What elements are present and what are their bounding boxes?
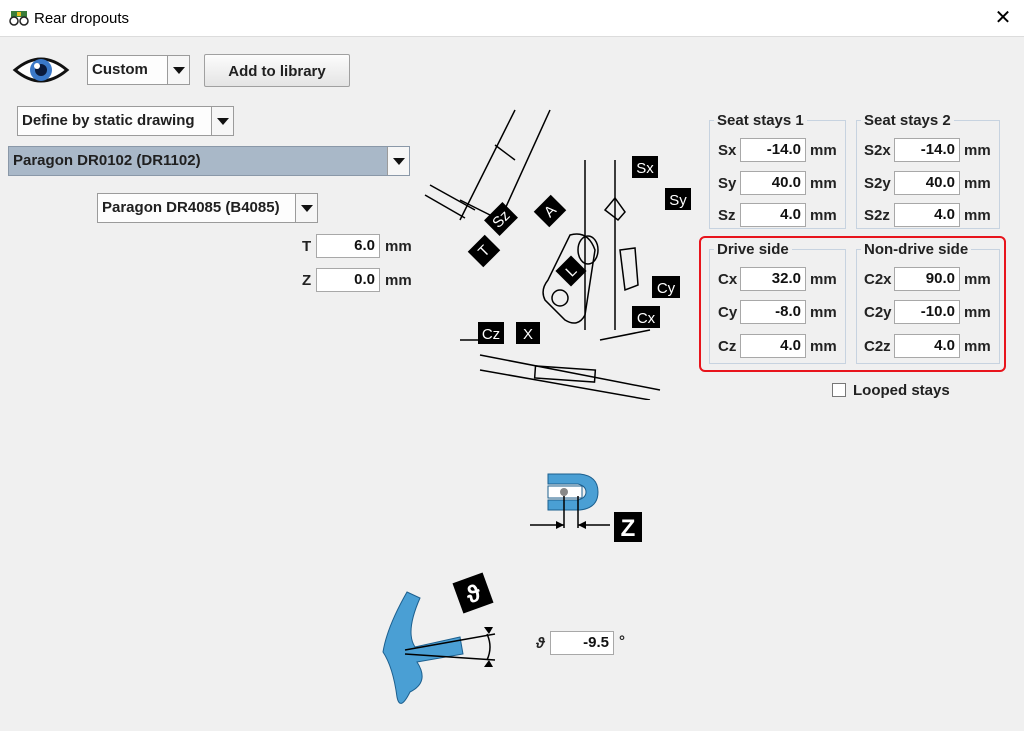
define-mode-select[interactable]: Define by static drawing — [17, 106, 234, 136]
drive-side-title: Drive side — [714, 241, 792, 258]
c2x-label: C2x — [864, 271, 892, 288]
c2x-field[interactable]: 90.0 — [894, 267, 960, 291]
c2x-unit: mm — [964, 271, 991, 288]
looped-stays-label[interactable]: Looped stays — [853, 382, 950, 399]
t-label: T — [302, 238, 312, 255]
angle-unit: ° — [619, 633, 625, 650]
sy-field[interactable]: 40.0 — [740, 171, 806, 195]
add-to-library-button[interactable]: Add to library — [204, 54, 350, 87]
dropout-select[interactable]: Paragon DR0102 (DR1102) — [8, 146, 410, 176]
z-unit: mm — [385, 272, 412, 289]
sy-unit: mm — [810, 175, 837, 192]
c2y-field[interactable]: -10.0 — [894, 300, 960, 324]
looped-stays-checkbox[interactable] — [832, 383, 846, 397]
cy-label: Cy — [718, 304, 738, 321]
cx-field[interactable]: 32.0 — [740, 267, 806, 291]
s2z-label: S2z — [864, 207, 890, 224]
cy-diagram-label: Cy — [657, 280, 676, 297]
close-button[interactable]: ✕ — [982, 0, 1024, 36]
s2x-field[interactable]: -14.0 — [894, 138, 960, 162]
c2z-unit: mm — [964, 338, 991, 355]
preset-select-value: Custom — [92, 61, 148, 78]
s2y-label: S2y — [864, 175, 891, 192]
define-mode-value: Define by static drawing — [22, 112, 195, 129]
s2x-unit: mm — [964, 142, 991, 159]
cx-diagram-label: Cx — [637, 310, 656, 327]
cy-field[interactable]: -8.0 — [740, 300, 806, 324]
cz-unit: mm — [810, 338, 837, 355]
c2z-field[interactable]: 4.0 — [894, 334, 960, 358]
sz-label: Sz — [718, 207, 736, 224]
eye-icon[interactable] — [12, 52, 70, 88]
sx-diagram-label: Sx — [636, 160, 654, 177]
s2y-unit: mm — [964, 175, 991, 192]
z-diagram-label: Z — [621, 515, 636, 542]
z-offset-diagram: Z — [530, 473, 642, 542]
insert-select[interactable]: Paragon DR4085 (B4085) — [97, 193, 318, 223]
bike-app-icon — [9, 11, 29, 26]
c2y-label: C2y — [864, 304, 892, 321]
s2y-field[interactable]: 40.0 — [894, 171, 960, 195]
dropout-diagram: Sx Sy Sz T A L Cy Cx Cz X — [424, 109, 691, 400]
chevron-down-icon — [295, 194, 317, 222]
sx-label: Sx — [718, 142, 737, 159]
sz-field[interactable]: 4.0 — [740, 203, 806, 227]
seat-stays-2-title: Seat stays 2 — [861, 112, 954, 129]
window-title: Rear dropouts — [34, 10, 130, 27]
angle-label: ϑ — [536, 635, 545, 652]
cz-field[interactable]: 4.0 — [740, 334, 806, 358]
title-bar — [0, 0, 1024, 37]
z-field[interactable]: 0.0 — [316, 268, 380, 292]
cx-unit: mm — [810, 271, 837, 288]
cz-label: Cz — [718, 338, 737, 355]
chevron-down-icon — [387, 147, 409, 175]
dropout-select-value: Paragon DR0102 (DR1102) — [13, 152, 201, 169]
chevron-down-icon — [211, 107, 233, 135]
z-label: Z — [302, 272, 312, 289]
t-unit: mm — [385, 238, 412, 255]
insert-select-value: Paragon DR4085 (B4085) — [102, 199, 280, 216]
sx-unit: mm — [810, 142, 837, 159]
s2z-unit: mm — [964, 207, 991, 224]
s2x-label: S2x — [864, 142, 891, 159]
non-drive-side-title: Non-drive side — [861, 241, 972, 258]
sx-field[interactable]: -14.0 — [740, 138, 806, 162]
sy-diagram-label: Sy — [669, 192, 687, 209]
cy-unit: mm — [810, 304, 837, 321]
angle-diagram: ϑ — [382, 572, 496, 704]
sz-unit: mm — [810, 207, 837, 224]
c2z-label: C2z — [864, 338, 891, 355]
c2y-unit: mm — [964, 304, 991, 321]
t-field[interactable]: 6.0 — [316, 234, 380, 258]
s2z-field[interactable]: 4.0 — [894, 203, 960, 227]
chevron-down-icon — [167, 56, 189, 84]
sy-label: Sy — [718, 175, 737, 192]
x-diagram-label: X — [523, 326, 533, 343]
preset-select[interactable]: Custom — [87, 55, 190, 85]
cx-label: Cx — [718, 271, 738, 288]
seat-stays-1-title: Seat stays 1 — [714, 112, 807, 129]
angle-field[interactable]: -9.5 — [550, 631, 614, 655]
cz-diagram-label: Cz — [482, 326, 500, 343]
